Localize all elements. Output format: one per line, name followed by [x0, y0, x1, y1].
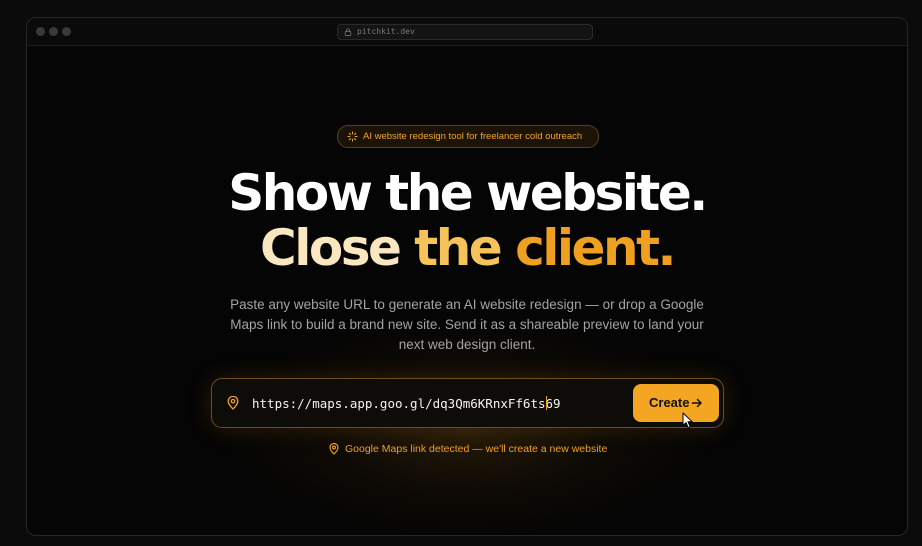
hint-text: Google Maps link detected — we'll create… — [345, 443, 608, 455]
browser-window: pitchkit.dev AI website redesign tool fo… — [26, 17, 908, 536]
arrow-right-icon — [691, 398, 702, 408]
maps-detected-hint: Google Maps link detected — we'll create… — [327, 441, 612, 457]
map-pin-icon — [329, 443, 339, 455]
window-maximize-dot[interactable] — [62, 27, 71, 36]
window-minimize-dot[interactable] — [49, 27, 58, 36]
hero-description: Paste any website URL to generate an AI … — [230, 297, 704, 352]
url-input-container: Create — [211, 378, 724, 428]
address-url: pitchkit.dev — [357, 27, 415, 36]
url-input[interactable] — [252, 394, 572, 412]
headline-word-close: Close — [260, 219, 402, 277]
window-close-dot[interactable] — [36, 27, 45, 36]
address-bar[interactable]: pitchkit.dev — [337, 24, 593, 40]
sparkle-icon — [347, 131, 358, 142]
create-button[interactable]: Create — [633, 384, 719, 422]
mouse-pointer-icon — [682, 412, 693, 429]
headline-word-the: the — [414, 219, 502, 277]
map-pin-icon — [227, 396, 239, 410]
lock-icon — [344, 28, 352, 36]
tagline-badge: AI website redesign tool for freelancer … — [337, 125, 599, 148]
window-titlebar: pitchkit.dev — [27, 18, 907, 46]
hero-headline-line1: Show the website. — [228, 164, 708, 222]
text-caret — [546, 396, 547, 410]
headline-word-client: client. — [515, 219, 676, 277]
badge-text: AI website redesign tool for freelancer … — [363, 131, 583, 142]
create-button-label: Create — [649, 395, 690, 410]
hero-headline-line2: Close the client. — [27, 220, 907, 276]
